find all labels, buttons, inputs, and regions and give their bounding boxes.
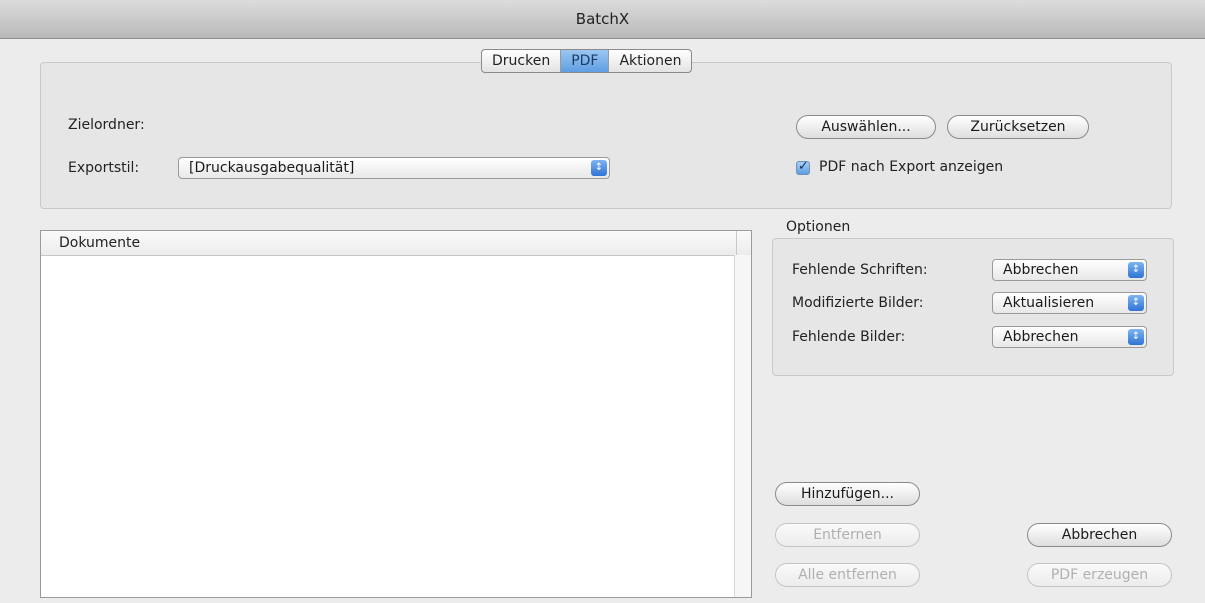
vertical-scrollbar[interactable] (734, 255, 751, 597)
documents-list-body[interactable] (41, 255, 735, 597)
choose-folder-button[interactable]: Auswählen... (796, 115, 936, 139)
show-pdf-checkbox[interactable]: ✓ (796, 159, 810, 175)
checkmark-icon: ✓ (798, 159, 809, 174)
modified-images-label: Modifizierte Bilder: (792, 295, 924, 311)
missing-images-value: Abbrechen (1003, 329, 1079, 345)
documents-list-header: Dokumente (41, 231, 751, 256)
missing-images-label: Fehlende Bilder: (792, 329, 906, 345)
remove-all-button[interactable]: Alle entfernen (775, 563, 920, 587)
export-style-value: [Druckausgabequalität] (189, 160, 355, 176)
target-folder-label: Zielordner: (68, 117, 145, 133)
remove-button[interactable]: Entfernen (775, 523, 920, 547)
column-divider (736, 231, 737, 255)
reset-button[interactable]: Zurücksetzen (947, 115, 1089, 139)
title-bar: BatchX (0, 0, 1205, 39)
updown-arrows-icon: ↕ (1128, 329, 1144, 345)
tab-drucken[interactable]: Drucken (482, 50, 562, 72)
tab-pdf[interactable]: PDF (561, 50, 610, 72)
export-style-select[interactable]: [Druckausgabequalität] ↕ (178, 157, 610, 179)
tab-aktionen[interactable]: Aktionen (609, 50, 691, 72)
updown-arrows-icon: ↕ (1128, 295, 1144, 311)
updown-arrows-icon: ↕ (591, 160, 607, 176)
window-title: BatchX (575, 10, 630, 28)
tab-bar: Drucken PDF Aktionen (481, 49, 693, 73)
cancel-button[interactable]: Abbrechen (1027, 523, 1172, 547)
missing-fonts-label: Fehlende Schriften: (792, 262, 928, 278)
documents-list[interactable]: Dokumente (40, 230, 752, 598)
modified-images-select[interactable]: Aktualisieren ↕ (992, 292, 1147, 314)
updown-arrows-icon: ↕ (1128, 262, 1144, 278)
options-title: Optionen (786, 219, 851, 235)
modified-images-value: Aktualisieren (1003, 295, 1095, 311)
show-pdf-label[interactable]: PDF nach Export anzeigen (819, 159, 1003, 175)
export-style-label: Exportstil: (68, 160, 140, 176)
missing-fonts-value: Abbrechen (1003, 262, 1079, 278)
column-header-documents[interactable]: Dokumente (59, 235, 140, 251)
missing-fonts-select[interactable]: Abbrechen ↕ (992, 259, 1147, 281)
add-button[interactable]: Hinzufügen... (775, 482, 920, 506)
create-pdf-button[interactable]: PDF erzeugen (1027, 563, 1172, 587)
missing-images-select[interactable]: Abbrechen ↕ (992, 326, 1147, 348)
